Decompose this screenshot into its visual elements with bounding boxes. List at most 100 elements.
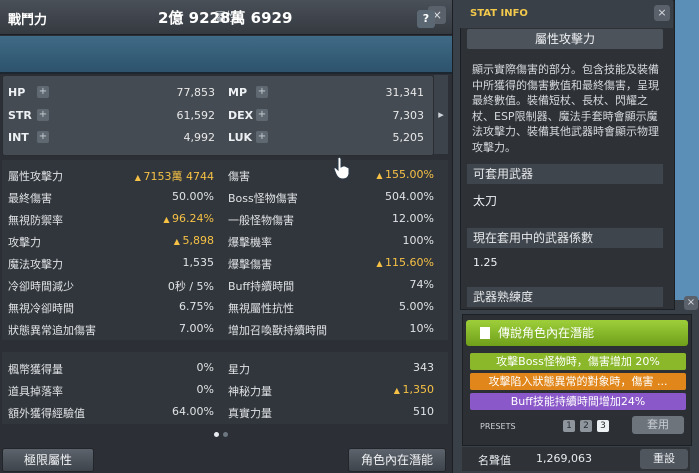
increase-arrow-icon: ▲ (393, 386, 403, 395)
plus-icon[interactable]: + (37, 109, 49, 121)
stat-row-label: Boss怪物傷害 (228, 192, 298, 205)
increase-arrow-icon: ▲ (163, 215, 173, 224)
stat-row-value: 74% (324, 278, 434, 291)
plus-icon[interactable]: + (256, 131, 268, 143)
usable-weapon-header: 可套用武器 (467, 164, 663, 184)
stat-value-dex: 7,303 (392, 109, 425, 122)
stat-row-label: 最終傷害 (8, 192, 52, 205)
stat-row-value-text: 0秒 / 5% (167, 280, 214, 293)
stat-row-label: 爆擊傷害 (228, 258, 272, 271)
preset-3-button[interactable]: 3 (597, 420, 609, 432)
stat-label-dex: DEX (228, 109, 254, 122)
stat-row-value: ▲ 96.24% (104, 212, 214, 225)
game-background (673, 0, 699, 300)
ability-line-2: 攻擊陷入狀態異常的對象時，傷害 ... (470, 373, 686, 390)
stat-info-tab[interactable]: 屬性攻擊力 (467, 29, 663, 49)
stat-row-value-text: 96.24% (172, 212, 214, 225)
close-icon[interactable]: × (654, 5, 670, 21)
stat-value-str: 61,592 (176, 109, 216, 122)
stat-row-value: 50.00% (104, 190, 214, 203)
stat-row-label: 無視防禦率 (8, 214, 63, 227)
stat-row-value: ▲ 5,898 (104, 234, 214, 247)
page-dot[interactable] (223, 432, 228, 437)
stat-row-value-text: 6.75% (179, 300, 214, 313)
help-icon[interactable]: ? (417, 10, 435, 28)
stat-row-label: 冷卻時間減少 (8, 280, 74, 293)
apply-preset-button[interactable]: 套用 (632, 416, 684, 434)
stat-row-value-text: 7153萬 4744 (143, 170, 215, 183)
stat-row-value-text: 100% (402, 234, 434, 247)
stat-row-value-text: 5.00% (399, 300, 434, 313)
hand-cursor-icon (333, 156, 350, 180)
stat-row-value-text: 12.00% (392, 212, 434, 225)
stat-label-luk: LUK (228, 131, 253, 144)
inner-ability-grade-label: 傳說角色內在潛能 (498, 326, 595, 340)
stat-row-label: 屬性攻擊力 (8, 170, 63, 183)
stat-row-value-text: 74% (409, 278, 434, 291)
stat-row-label: 真實力量 (228, 407, 272, 420)
stat-row-value: 0% (104, 361, 214, 374)
stat-row-label: 攻擊力 (8, 236, 41, 249)
stat-row-value: 0秒 / 5% (104, 278, 214, 294)
reset-button[interactable]: 重設 (640, 449, 688, 469)
stat-label-hp: HP (8, 86, 26, 99)
stat-row-label: 額外獲得經驗值 (8, 407, 85, 420)
increase-arrow-icon: ▲ (376, 259, 386, 268)
stat-row-value-text: 1,535 (182, 256, 215, 269)
ability-line-1: 攻擊Boss怪物時，傷害增加 20% (470, 353, 686, 370)
stat-row-label: 爆擊機率 (228, 236, 272, 249)
stat-row-value: ▲ 7153萬 4744 (104, 168, 214, 184)
stat-row-value: 504.00% (324, 190, 434, 203)
inner-ability-button[interactable]: 角色內在潛能 (348, 448, 446, 472)
stat-row-value-text: 50.00% (172, 190, 214, 203)
hyper-stat-button[interactable]: 極限屬性 (2, 448, 94, 472)
stat-row-label: 星力 (228, 363, 250, 376)
bookmark-icon (480, 327, 490, 339)
stat-row-value-text: 115.60% (385, 256, 434, 269)
presets-label: PRESETS (480, 422, 516, 431)
stat-row-value-text: 510 (413, 405, 434, 418)
stat-row-value: 510 (324, 405, 434, 418)
stat-row-value: 343 (324, 361, 434, 374)
combat-power-bar (0, 36, 452, 74)
ability-line-3: Buff技能持續時間增加24% (470, 393, 686, 410)
page-dot-active[interactable] (214, 432, 219, 437)
stat-row-value-text: 0% (196, 361, 214, 374)
page-indicator[interactable] (212, 427, 230, 440)
increase-arrow-icon: ▲ (134, 173, 144, 182)
stat-info-title: STAT INFO (470, 8, 528, 19)
stat-label-int: INT (8, 131, 29, 144)
stat-row-value-text: 1,350 (402, 383, 435, 396)
stat-row-value: 0% (104, 383, 214, 396)
plus-icon[interactable]: + (37, 131, 49, 143)
stat-row-label: 增加召喚獸持續時間 (228, 324, 327, 337)
stat-row-value-text: 7.00% (179, 322, 214, 335)
stat-row-value-text: 10% (409, 322, 434, 335)
close-icon[interactable]: × (684, 296, 698, 310)
stat-row-value: 1,535 (104, 256, 215, 269)
stat-info-description: 顯示實際傷害的部分。包含技能及裝備中所獲得的傷害數值和最終傷害，呈現最終數值。裝… (472, 63, 659, 154)
stat-value-luk: 5,205 (392, 131, 425, 144)
weapon-coefficient-header: 現在套用中的武器係數 (467, 228, 663, 248)
stat-row-value: ▲ 115.60% (324, 256, 434, 269)
stat-row-label: 一般怪物傷害 (228, 214, 294, 227)
stat-row-value: 100% (324, 234, 434, 247)
inner-ability-grade: 傳說角色內在潛能 (466, 320, 688, 346)
preset-1-button[interactable]: 1 (563, 420, 575, 432)
plus-icon[interactable]: + (256, 109, 268, 121)
stat-row-label: 道具掉落率 (8, 385, 63, 398)
stat-row-value: 6.75% (104, 300, 214, 313)
weapon-coefficient-value: 1.25 (473, 256, 498, 269)
stat-row-value: 64.00% (104, 405, 214, 418)
stat-row-value-text: 504.00% (385, 190, 434, 203)
stat-row-value: 12.00% (324, 212, 434, 225)
stat-row-value-text: 343 (413, 361, 434, 374)
weapon-mastery-header: 武器熟練度 (467, 287, 663, 307)
stat-row-value-text: 155.00% (385, 168, 434, 181)
plus-icon[interactable]: + (37, 86, 49, 98)
plus-icon[interactable]: + (256, 86, 268, 98)
stat-row-value: 7.00% (104, 322, 214, 335)
preset-2-button[interactable]: 2 (580, 420, 592, 432)
chevron-right-icon[interactable]: ▸ (434, 75, 448, 154)
stat-row-label: 神秘力量 (228, 385, 272, 398)
